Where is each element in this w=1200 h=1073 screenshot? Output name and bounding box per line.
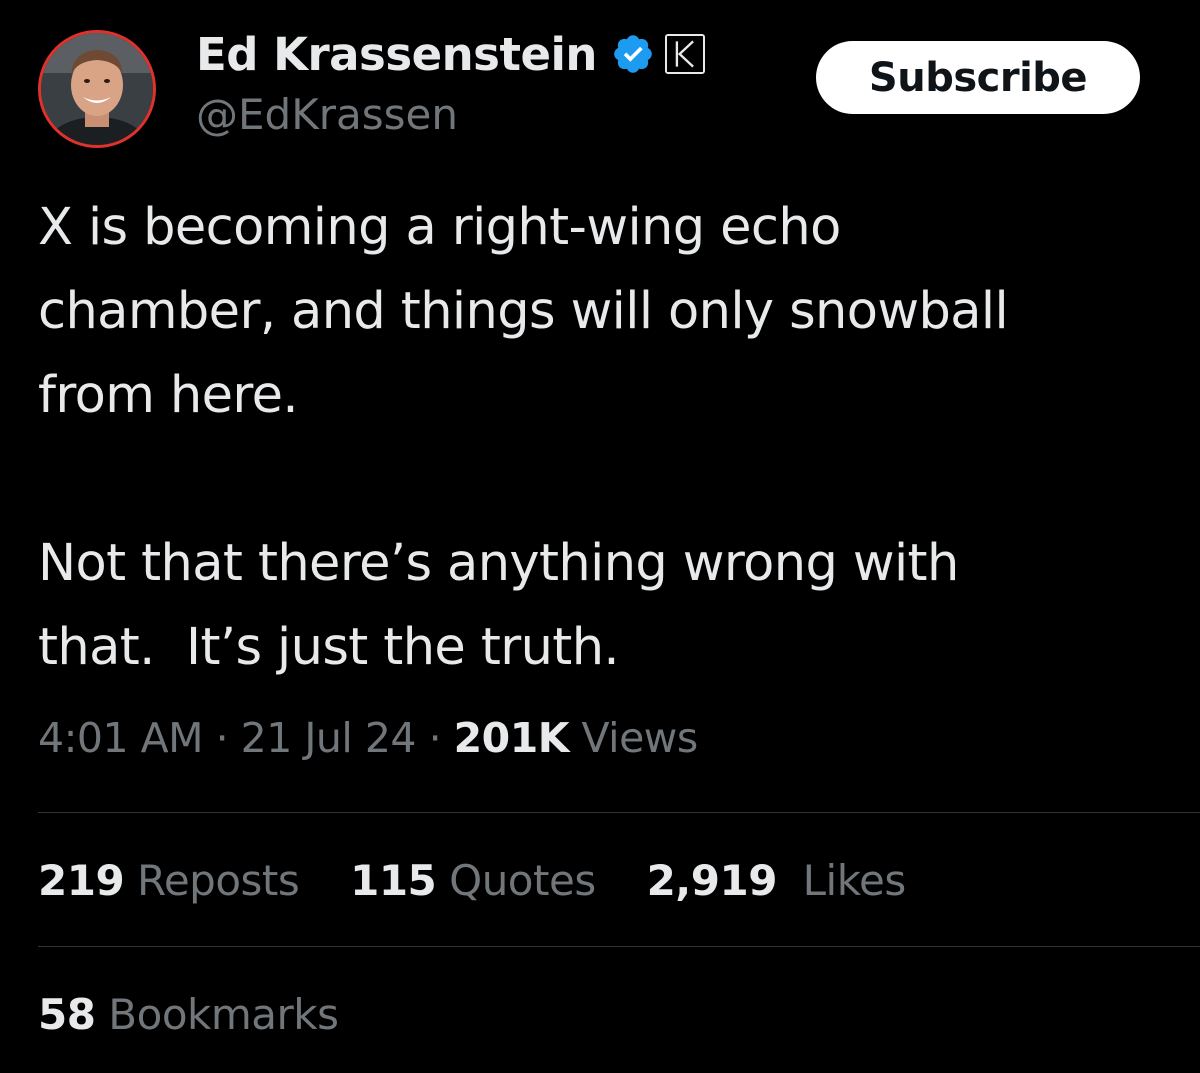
avatar[interactable]: [38, 30, 156, 148]
reposts-count: 219: [38, 856, 125, 905]
views-label[interactable]: Views: [569, 714, 699, 762]
tweet-paragraph-1: X is becoming a right-wing echo chamber,…: [38, 198, 1009, 425]
divider: [38, 812, 1200, 813]
display-name[interactable]: Ed Krassenstein: [196, 28, 597, 81]
subscribe-button[interactable]: Subscribe: [816, 41, 1140, 114]
bookmarks-label: Bookmarks: [95, 990, 339, 1039]
likes-count: 2,919: [646, 856, 778, 905]
tweet-date[interactable]: 21 Jul 24: [241, 714, 417, 762]
reposts-stat[interactable]: 219 Reposts: [38, 856, 300, 905]
tweet-text: X is becoming a right-wing echo chamber,…: [38, 186, 1178, 690]
meta-separator: ·: [416, 714, 454, 762]
author-name-row: Ed Krassenstein: [196, 24, 705, 84]
affiliate-badge-icon[interactable]: [664, 34, 705, 74]
views-count[interactable]: 201K: [454, 714, 570, 762]
avatar-photo: [41, 33, 153, 145]
likes-stat[interactable]: 2,919 Likes: [646, 856, 907, 905]
quotes-label: Quotes: [436, 856, 596, 905]
divider: [38, 946, 1200, 947]
tweet: Ed Krassenstein @EdKrassen Subscribe X i…: [0, 0, 1200, 1073]
tweet-meta: 4:01 AM · 21 Jul 24 · 201K Views: [38, 714, 698, 762]
meta-separator: ·: [203, 714, 241, 762]
author-handle[interactable]: @EdKrassen: [196, 90, 458, 139]
bookmarks-count: 58: [38, 990, 96, 1039]
quotes-stat[interactable]: 115 Quotes: [350, 856, 596, 905]
tweet-time[interactable]: 4:01 AM: [38, 714, 204, 762]
likes-label: Likes: [776, 856, 907, 905]
bookmarks-stat[interactable]: 58 Bookmarks: [38, 990, 339, 1039]
verified-badge-icon[interactable]: [611, 32, 655, 76]
quotes-count: 115: [350, 856, 437, 905]
reposts-label: Reposts: [124, 856, 300, 905]
tweet-paragraph-2: Not that there’s anything wrong with tha…: [38, 534, 959, 677]
engagement-stats: 219 Reposts 115 Quotes 2,919 Likes: [38, 856, 944, 905]
